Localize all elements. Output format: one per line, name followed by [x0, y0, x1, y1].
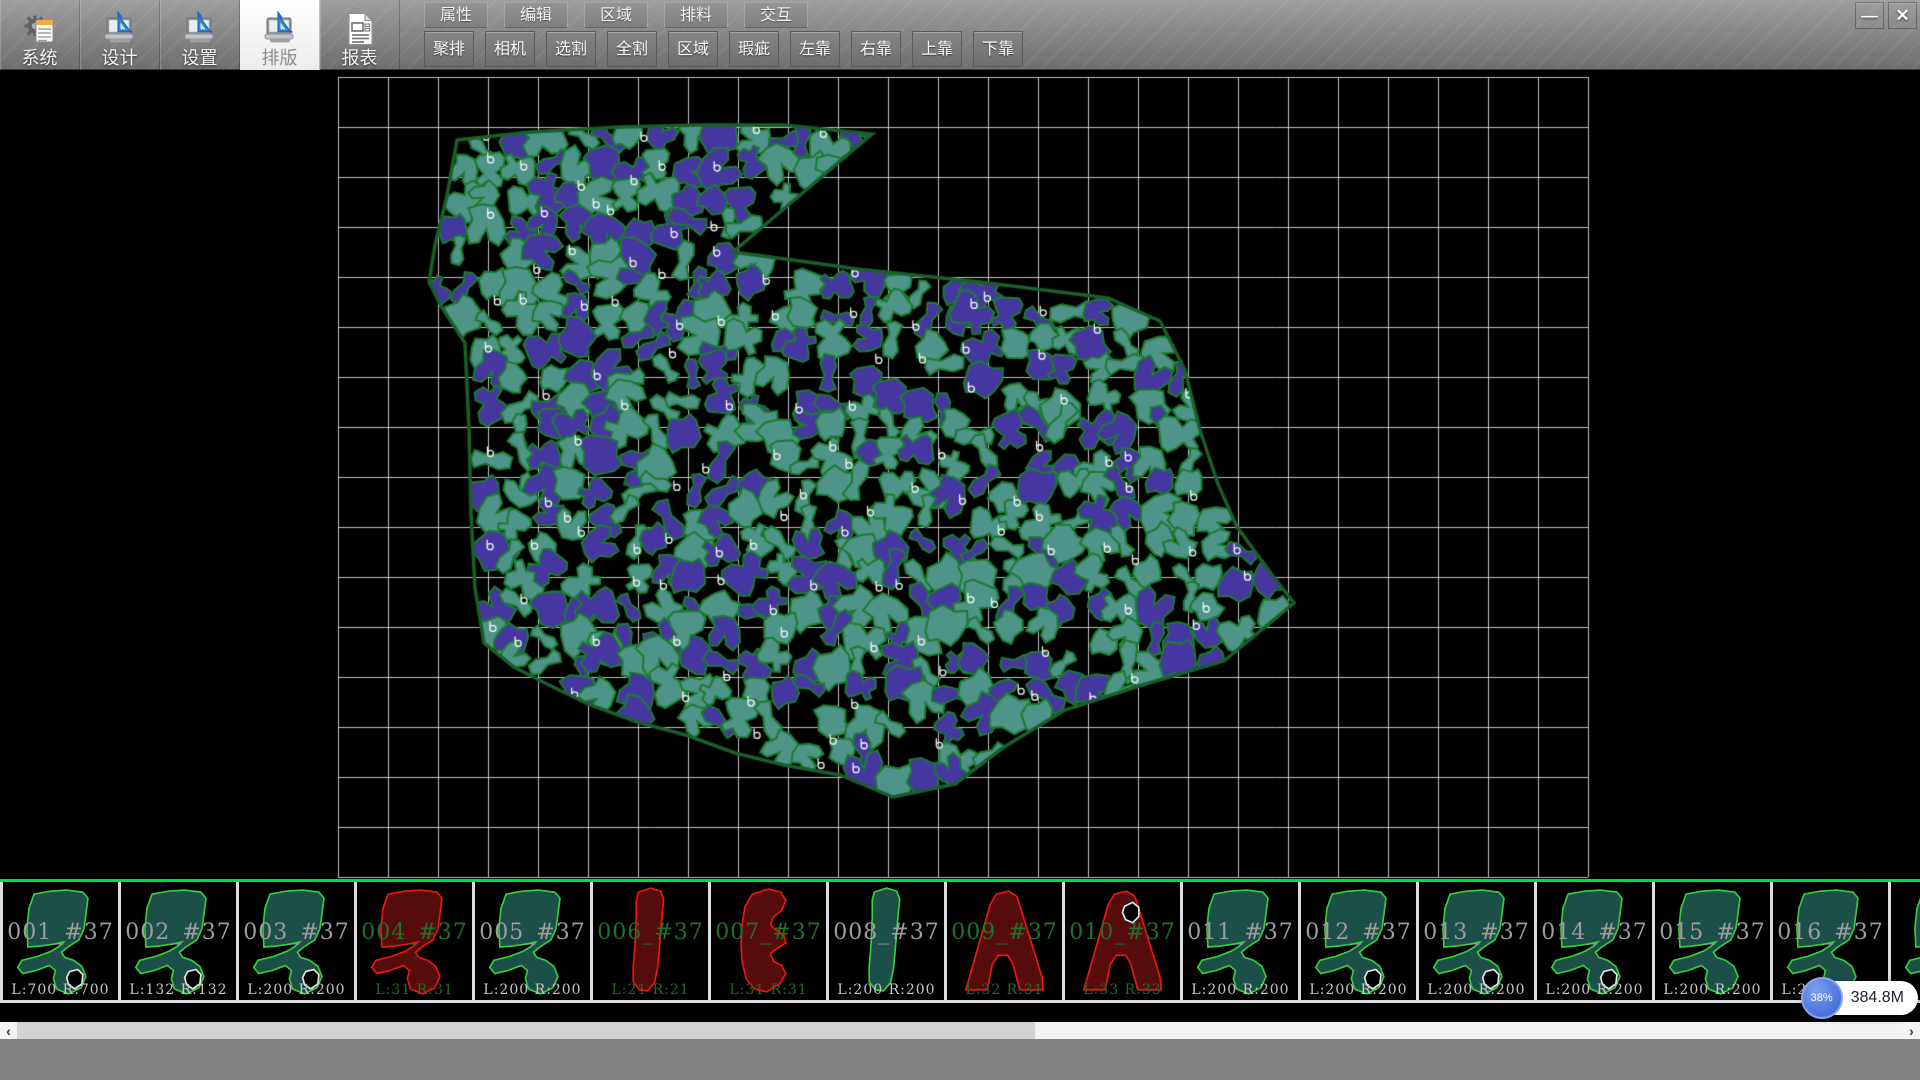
- system-gear-icon: [22, 11, 58, 47]
- scrollbar-track[interactable]: [17, 1022, 1903, 1039]
- application-window: 系统 设计 设置 排版: [0, 0, 1920, 1080]
- piece-shape: [127, 884, 230, 998]
- piece-shape: [599, 884, 702, 998]
- tool-bar: 聚排相机选割全割区域瑕疵左靠右靠上靠下靠: [424, 31, 1023, 67]
- scroll-left-arrow-icon[interactable]: ‹: [0, 1022, 17, 1039]
- tool-button-1[interactable]: 聚排: [424, 31, 474, 67]
- main-nav-bar: 系统 设计 设置 排版: [0, 0, 400, 70]
- thumbnail-cell[interactable]: 006_#37L:21 R:21: [593, 882, 711, 1000]
- horizontal-scrollbar[interactable]: ‹ ›: [0, 1022, 1920, 1039]
- nav-button-label: 设置: [182, 48, 218, 68]
- piece-shape: [1425, 884, 1528, 998]
- piece-shape: [953, 884, 1056, 998]
- thumbnail-cells: 001_#37L:700 R:700 002_#37L:132 R:132 00…: [0, 882, 1920, 1003]
- piece-shape: [9, 884, 112, 998]
- scroll-right-arrow-icon[interactable]: ›: [1903, 1022, 1920, 1039]
- tool-button-4[interactable]: 全割: [607, 31, 657, 67]
- design-ruler-icon: [102, 11, 138, 47]
- strip-gap: [0, 1003, 1920, 1022]
- menu-item-2[interactable]: 编辑: [504, 2, 568, 28]
- nav-button-4[interactable]: 排版: [240, 0, 320, 70]
- thumbnail-cell[interactable]: 014_#37L:200 R:200: [1537, 882, 1655, 1000]
- thumbnail-cell[interactable]: 012_#37L:200 R:200: [1301, 882, 1419, 1000]
- close-button[interactable]: ✕: [1888, 2, 1917, 29]
- nesting-ruler-icon: [262, 11, 298, 47]
- thumbnail-cell[interactable]: 005_#37L:200 R:200: [475, 882, 593, 1000]
- piece-shape: [481, 884, 584, 998]
- memory-value: 384.8M: [1851, 989, 1904, 1007]
- piece-thumbnail-strip: 001_#37L:700 R:700 002_#37L:132 R:132 00…: [0, 879, 1920, 1003]
- nav-button-label: 系统: [22, 48, 58, 68]
- nav-button-label: 设计: [102, 48, 138, 68]
- nav-button-3[interactable]: 设置: [160, 0, 240, 70]
- piece-shape: [1543, 884, 1646, 998]
- thumbnail-cell[interactable]: 008_#37L:200 R:200: [829, 882, 947, 1000]
- piece-shape: [363, 884, 466, 998]
- thumbnail-cell[interactable]: 003_#37L:200 R:200: [239, 882, 357, 1000]
- workspace: [0, 70, 1920, 879]
- thumbnail-cell[interactable]: 004_#37L:31 R:31: [357, 882, 475, 1000]
- nav-button-label: 报表: [342, 48, 378, 68]
- nav-button-label: 排版: [262, 48, 298, 68]
- nav-button-1[interactable]: 系统: [0, 0, 80, 70]
- piece-shape: [245, 884, 348, 998]
- tool-button-7[interactable]: 左靠: [790, 31, 840, 67]
- tool-button-10[interactable]: 下靠: [973, 31, 1023, 67]
- piece-shape: [1071, 884, 1174, 998]
- menu-item-5[interactable]: 交互: [744, 2, 808, 28]
- piece-shape: [1661, 884, 1764, 998]
- tool-button-9[interactable]: 上靠: [912, 31, 962, 67]
- toolbar: 系统 设计 设置 排版: [0, 0, 1920, 70]
- memory-status-badge[interactable]: 38% 384.8M: [1805, 981, 1918, 1015]
- scrollbar-thumb[interactable]: [1035, 1022, 1903, 1039]
- thumbnail-cell[interactable]: 007_#37L:31 R:31: [711, 882, 829, 1000]
- piece-shape: [717, 884, 820, 998]
- nav-button-2[interactable]: 设计: [80, 0, 160, 70]
- menu-item-3[interactable]: 区域: [584, 2, 648, 28]
- tool-button-5[interactable]: 区域: [668, 31, 718, 67]
- tool-button-3[interactable]: 选割: [546, 31, 596, 67]
- piece-shape: [1307, 884, 1410, 998]
- settings-ruler-icon: [182, 11, 218, 47]
- menu-item-4[interactable]: 排料: [664, 2, 728, 28]
- tool-button-6[interactable]: 瑕疵: [729, 31, 779, 67]
- tool-button-8[interactable]: 右靠: [851, 31, 901, 67]
- window-controls: — ✕: [1855, 2, 1917, 29]
- piece-shape: [835, 884, 938, 998]
- nav-button-5[interactable]: 报表: [320, 0, 400, 70]
- piece-shape: [1189, 884, 1292, 998]
- thumbnail-cell[interactable]: 001_#37L:700 R:700: [0, 882, 121, 1000]
- thumbnail-cell[interactable]: 010_#37L:33 R:33: [1065, 882, 1183, 1000]
- thumbnail-cell[interactable]: 002_#37L:132 R:132: [121, 882, 239, 1000]
- thumbnail-cell[interactable]: 015_#37L:200 R:200: [1655, 882, 1773, 1000]
- menu-bar: 属性编辑区域排料交互: [424, 2, 808, 28]
- thumbnail-cell[interactable]: 013_#37L:200 R:200: [1419, 882, 1537, 1000]
- minimize-button[interactable]: —: [1855, 2, 1884, 29]
- thumbnail-cell[interactable]: 011_#37L:200 R:200: [1183, 882, 1301, 1000]
- report-document-icon: [342, 11, 378, 47]
- menu-item-1[interactable]: 属性: [424, 2, 488, 28]
- percent-indicator: 38%: [1801, 977, 1843, 1019]
- thumbnail-cell[interactable]: 009_#37L:32 R:31: [947, 882, 1065, 1000]
- bottom-bar: [0, 1039, 1920, 1080]
- nesting-canvas[interactable]: [0, 70, 1920, 879]
- tool-button-2[interactable]: 相机: [485, 31, 535, 67]
